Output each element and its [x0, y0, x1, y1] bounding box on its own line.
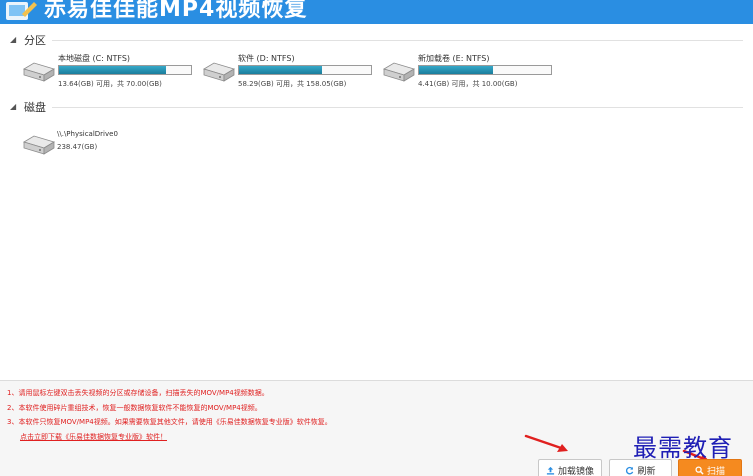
disks-section-header[interactable]: ◢ 磁盘	[10, 100, 743, 114]
drive-space: 58.29(GB) 可用，共 158.05(GB)	[238, 80, 347, 88]
disks-label: 磁盘	[24, 101, 46, 114]
annotation-arrow-icon	[524, 434, 568, 452]
note-3: 3、本软件只恢复MOV/MP4视频。如果需要恢复其他文件，请使用《乐易佳数据恢复…	[7, 418, 332, 426]
drive-usage-bar	[238, 65, 372, 75]
hard-drive-icon	[23, 62, 55, 82]
title-bar: 赤易佳佳能MP4视频恢复	[0, 0, 753, 24]
drive-space: 4.41(GB) 可用，共 10.00(GB)	[418, 80, 518, 88]
hard-drive-icon	[383, 62, 415, 82]
refresh-button[interactable]: 刷新	[609, 459, 672, 476]
scan-button[interactable]: 扫描	[678, 459, 742, 476]
load-image-button[interactable]: 加载镜像	[538, 459, 602, 476]
partitions-section-header[interactable]: ◢ 分区	[10, 33, 743, 47]
disk-size: 238.47(GB)	[57, 143, 98, 151]
refresh-icon	[626, 466, 634, 474]
download-link[interactable]: 点击立即下载《乐易佳数据恢复专业版》软件！	[20, 432, 167, 442]
drive-usage-fill	[239, 66, 323, 74]
scan-label: 扫描	[706, 466, 725, 476]
drive-space: 13.64(GB) 可用，共 70.00(GB)	[58, 80, 162, 88]
drive-name: 本地磁盘 (C: NTFS)	[58, 54, 131, 63]
drive-e[interactable]: 新加载卷 (E: NTFS) 4.41(GB) 可用，共 10.00(GB)	[380, 53, 555, 93]
drive-name: 新加载卷 (E: NTFS)	[418, 54, 490, 63]
divider	[52, 107, 743, 108]
divider	[52, 40, 743, 41]
drive-c[interactable]: 本地磁盘 (C: NTFS) 13.64(GB) 可用，共 70.00(GB)	[20, 53, 195, 93]
note-1: 1、请用鼠标左键双击丢失视频的分区或存储设备，扫描丢失的MOV/MP4视频数据。	[7, 389, 269, 397]
drive-d[interactable]: 软件 (D: NTFS) 58.29(GB) 可用，共 158.05(GB)	[200, 53, 375, 93]
watermark-text: 最需教育	[633, 434, 733, 462]
note-2: 2、本软件使用碎片重组技术，恢复一般数据恢复软件不能恢复的MOV/MP4视频。	[7, 404, 262, 412]
collapse-triangle-icon[interactable]: ◢	[10, 102, 16, 111]
drive-usage-bar	[58, 65, 192, 75]
disk-name: \\.\PhysicalDrive0	[57, 130, 118, 138]
app-logo-icon	[6, 2, 37, 20]
drive-usage-bar	[418, 65, 552, 75]
upload-icon	[546, 466, 555, 475]
search-icon	[695, 465, 704, 475]
hard-drive-icon	[23, 135, 55, 155]
hard-drive-icon	[203, 62, 235, 82]
drive-usage-fill	[59, 66, 166, 74]
collapse-triangle-icon[interactable]: ◢	[10, 35, 16, 44]
load-image-label: 加载镜像	[557, 466, 594, 476]
app-title: 赤易佳佳能MP4视频恢复	[44, 0, 308, 22]
drive-name: 软件 (D: NTFS)	[238, 54, 295, 63]
refresh-label: 刷新	[637, 466, 656, 476]
drive-usage-fill	[419, 66, 493, 74]
partitions-label: 分区	[24, 34, 46, 47]
